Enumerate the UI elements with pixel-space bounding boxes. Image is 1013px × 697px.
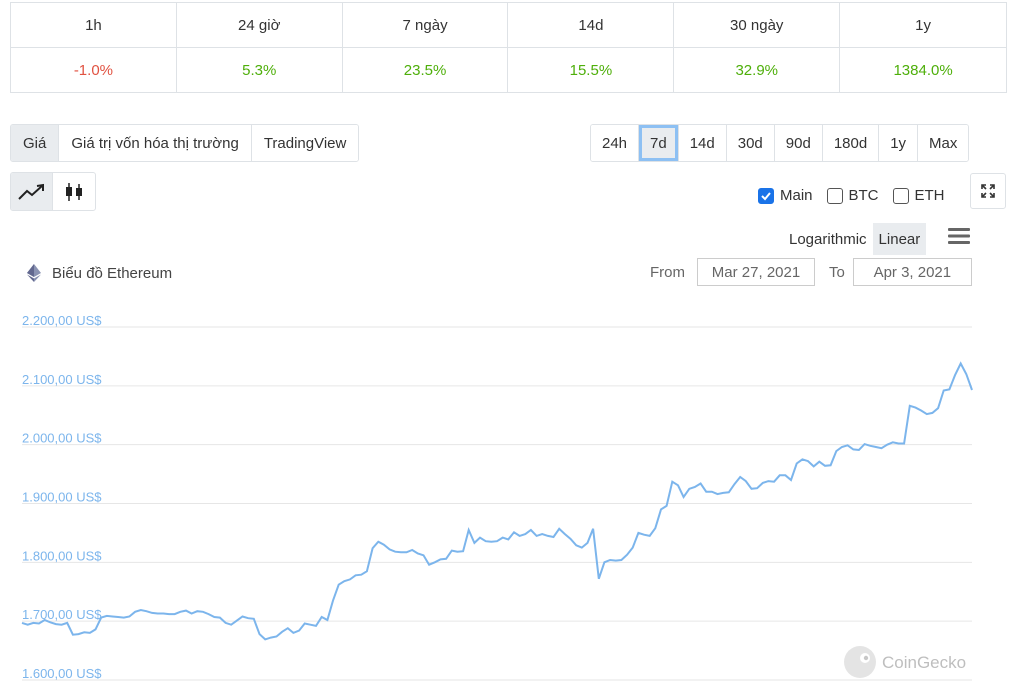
linear-button[interactable]: Linear: [872, 223, 927, 255]
hamburger-menu-icon[interactable]: [948, 226, 970, 246]
candlestick-icon: [66, 182, 82, 201]
change-header: 1h: [11, 3, 177, 48]
watermark-text: CoinGecko: [882, 653, 966, 672]
price-change-table: 1h 24 giờ 7 ngày 14d 30 ngày 1y -1.0% 5.3% 23.5%…: [10, 2, 1007, 93]
change-value: 15.5%: [508, 48, 675, 93]
fullscreen-button[interactable]: [970, 173, 1006, 209]
from-label: From: [650, 263, 685, 281]
tab-price[interactable]: Giá: [11, 125, 60, 161]
range-tabs: 24h 7d 14d 30d 90d 180d 1y Max: [590, 124, 970, 162]
y-tick-label: 1.800,00 US$: [22, 548, 102, 563]
chart-grid: [22, 326, 972, 681]
coingecko-watermark: CoinGecko: [844, 646, 966, 678]
tab-market-cap[interactable]: Giá trị vốn hóa thị trường: [59, 125, 252, 161]
btc-checkbox[interactable]: BTC: [826, 187, 879, 204]
range-30d[interactable]: 30d: [726, 125, 775, 161]
change-header: 30 ngày: [674, 3, 841, 48]
range-24h[interactable]: 24h: [591, 125, 640, 161]
eth-checkbox[interactable]: ETH: [892, 187, 945, 204]
y-tick-label: 2.000,00 US$: [22, 431, 102, 446]
chart-type-toggle: [10, 172, 96, 211]
chart-title-text: Biểu đồ Ethereum: [52, 264, 173, 282]
tab-tradingview[interactable]: TradingView: [251, 125, 359, 161]
main-label: Main: [780, 187, 813, 204]
change-value: -1.0%: [11, 48, 177, 93]
y-tick-label: 1.600,00 US$: [22, 666, 102, 681]
range-180d[interactable]: 180d: [822, 125, 880, 161]
expand-icon: [981, 184, 995, 198]
checkbox-checked-icon: [758, 187, 774, 204]
price-line-series[interactable]: [21, 361, 973, 641]
metric-tabs: Giá Giá trị vốn hóa thị trường TradingVi…: [10, 124, 360, 162]
ethereum-icon: [27, 264, 41, 282]
main-checkbox[interactable]: Main: [758, 187, 813, 204]
y-tick-label: 2.200,00 US$: [22, 313, 102, 328]
change-value: 5.3%: [177, 48, 343, 93]
change-value: 23.5%: [343, 48, 509, 93]
change-header: 7 ngày: [342, 3, 509, 48]
y-tick-label: 1.900,00 US$: [22, 490, 102, 505]
change-header: 14d: [508, 3, 675, 48]
change-value: 1384.0%: [893, 62, 953, 79]
range-7d[interactable]: 7d: [639, 125, 679, 161]
checkbox-empty-icon: [826, 187, 843, 204]
line-chart-button[interactable]: [11, 173, 53, 210]
range-max[interactable]: Max: [918, 125, 969, 161]
from-date-input[interactable]: Mar 27, 2021: [697, 258, 815, 286]
y-tick-label: 2.100,00 US$: [22, 372, 102, 387]
compare-options: Main BTC ETH: [758, 187, 945, 204]
checkbox-empty-icon: [892, 187, 909, 204]
change-header: 24 giờ: [176, 3, 343, 48]
change-value: 32.9%: [674, 48, 841, 93]
to-date-input[interactable]: Apr 3, 2021: [852, 258, 972, 286]
to-label: To: [829, 263, 845, 281]
y-axis-labels: 2.200,00 US$ 2.100,00 US$ 2.000,00 US$ 1.90…: [22, 313, 102, 681]
scale-toggle: Logarithmic Linear: [783, 223, 927, 255]
y-tick-label: 1.700,00 US$: [22, 607, 102, 622]
chart-title: Biểu đồ Ethereum: [26, 263, 172, 283]
change-header: 1y: [840, 3, 1006, 48]
range-90d[interactable]: 90d: [774, 125, 823, 161]
date-range: From Mar 27, 2021 To Apr 3, 2021: [650, 258, 972, 286]
eth-label: ETH: [914, 187, 945, 204]
price-chart: 2.200,00 US$ 2.100,00 US$ 2.000,00 US$ 1.90…: [21, 313, 973, 681]
logarithmic-button[interactable]: Logarithmic: [783, 223, 873, 255]
range-14d[interactable]: 14d: [678, 125, 727, 161]
candlestick-button[interactable]: [53, 173, 95, 210]
line-chart-icon: [17, 183, 44, 200]
range-1y[interactable]: 1y: [879, 125, 919, 161]
btc-label: BTC: [848, 187, 879, 204]
